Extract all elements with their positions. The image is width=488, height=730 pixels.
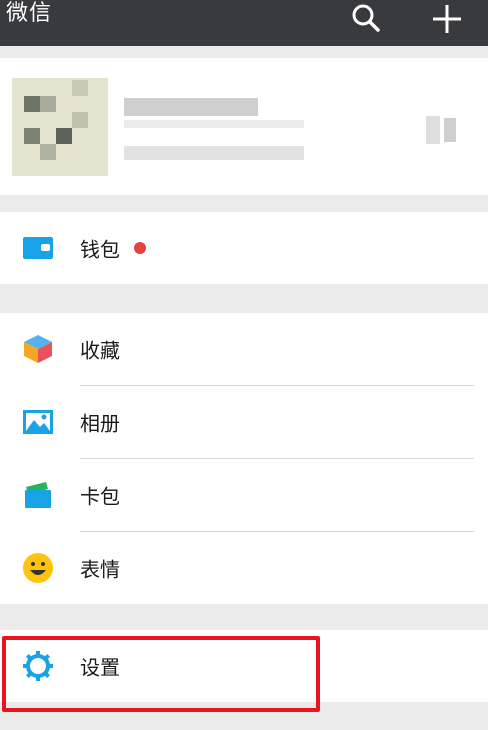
menu-item-stickers[interactable]: 表情 [0, 532, 488, 604]
blurred-name [124, 98, 258, 116]
avatar[interactable] [12, 78, 108, 176]
card-pack-label: 卡包 [80, 484, 120, 509]
favorites-cube-icon [24, 335, 52, 363]
top-bar: 微信 [0, 0, 488, 46]
plus-icon[interactable] [430, 2, 464, 36]
menu-item-wallet[interactable]: 钱包 [0, 212, 488, 284]
search-icon[interactable] [350, 2, 382, 34]
card-pack-icon [25, 482, 51, 508]
menu-item-album[interactable]: 相册 [0, 386, 488, 458]
app-title: 微信 [6, 1, 53, 26]
wallet-group: 钱包 [0, 212, 488, 284]
menu-item-card-pack[interactable]: 卡包 [0, 459, 488, 531]
wallet-badge-dot [134, 242, 146, 254]
favorites-label: 收藏 [80, 338, 120, 363]
wallet-label: 钱包 [80, 237, 120, 262]
qr-code-icon[interactable] [426, 116, 458, 144]
blurred-line [124, 120, 304, 128]
stickers-label: 表情 [80, 557, 120, 582]
sticker-smile-icon [23, 553, 53, 583]
features-group: 收藏 相册 卡包 表情 [0, 313, 488, 604]
album-label: 相册 [80, 411, 120, 436]
profile-card[interactable] [0, 58, 488, 195]
wallet-icon [23, 237, 53, 259]
settings-highlight-box [2, 636, 320, 712]
blurred-id [124, 146, 304, 160]
menu-item-favorites[interactable]: 收藏 [0, 313, 488, 385]
album-icon [23, 410, 53, 434]
